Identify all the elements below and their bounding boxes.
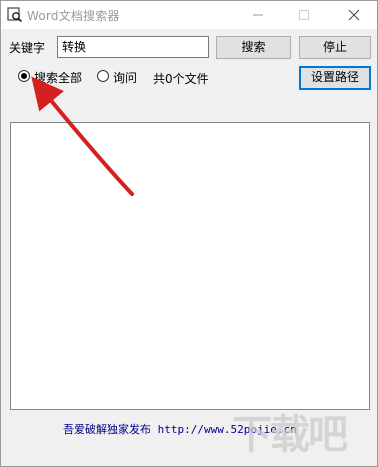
- maximize-icon: [299, 10, 309, 20]
- stop-button[interactable]: 停止: [299, 36, 371, 59]
- magnifier-app-icon: [7, 7, 23, 23]
- radio-query-label[interactable]: 询问: [113, 69, 137, 86]
- minimize-icon: [253, 14, 263, 16]
- search-button[interactable]: 搜索: [216, 36, 291, 59]
- maximize-button[interactable]: [281, 1, 327, 29]
- file-count-status: 共0个文件: [153, 72, 209, 86]
- window-title: Word文档搜索器: [27, 9, 120, 23]
- minimize-button[interactable]: [235, 1, 281, 29]
- radio-search-all[interactable]: [18, 70, 30, 82]
- set-path-button[interactable]: 设置路径: [299, 66, 371, 90]
- title-bar[interactable]: Word文档搜索器: [1, 1, 377, 29]
- keyword-input[interactable]: 转换: [57, 36, 209, 58]
- close-button[interactable]: [331, 1, 377, 29]
- keyword-label: 关键字: [9, 41, 46, 55]
- app-window: Word文档搜索器 关键字 转换 搜索 停止 搜索全部 询问 共0个文件 设置路…: [0, 0, 378, 467]
- close-icon: [348, 9, 360, 21]
- watermark-logo: 下载吧: [232, 412, 348, 458]
- results-list[interactable]: [10, 122, 370, 410]
- radio-search-all-label[interactable]: 搜索全部: [34, 69, 82, 86]
- radio-query[interactable]: [97, 70, 109, 82]
